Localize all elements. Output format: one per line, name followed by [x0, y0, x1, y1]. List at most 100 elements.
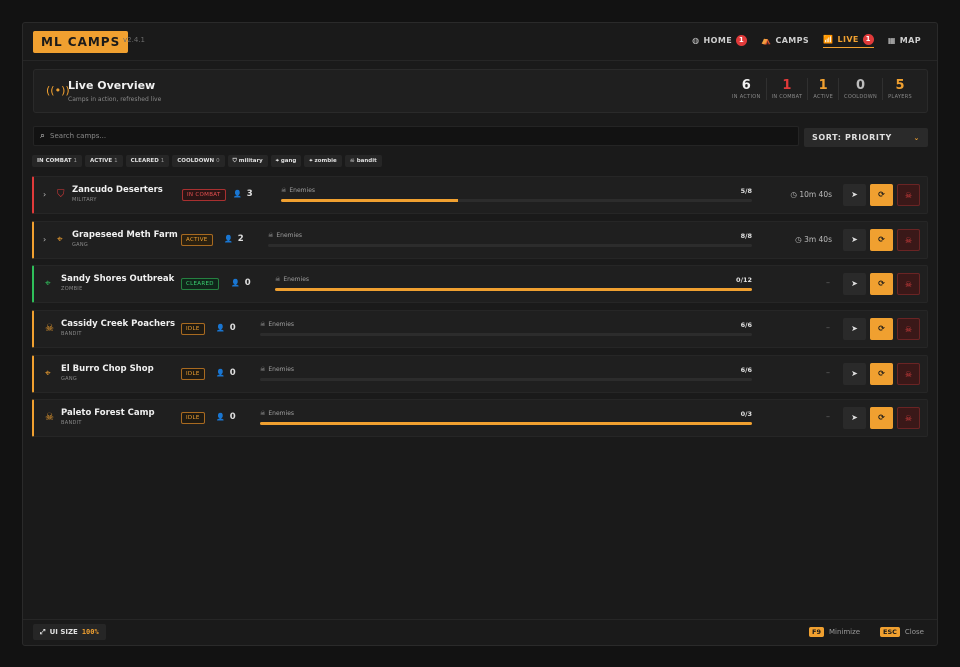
skull-icon: ☠	[268, 231, 274, 239]
enemy-progress-fill	[260, 422, 752, 426]
timer-empty: –	[826, 278, 830, 288]
player-count-value: 0	[229, 323, 236, 334]
filter-chip-cleared[interactable]: CLEARED 1	[125, 155, 170, 167]
filter-chip-gang[interactable]: ⌖ gang	[270, 155, 302, 167]
camp-row[interactable]: ☠ Cassidy Creek Poachers BANDIT IDLE 👤 0 ☠ Enem…	[32, 310, 928, 349]
camp-row[interactable]: › ⛉ Zancudo Deserters MILITARY IN COMBAT 👤 3 ☠ E…	[32, 176, 928, 214]
chevron-down-icon: ⌄	[913, 133, 920, 142]
app-logo[interactable]: ML CAMPS	[33, 31, 129, 53]
enemy-progress-fill	[275, 288, 752, 292]
refresh-button[interactable]: ⟳	[870, 273, 893, 296]
enemy-count: 0/12	[736, 276, 752, 285]
enemy-count: 8/8	[740, 231, 752, 240]
close-label: Close	[904, 628, 924, 636]
app-version: v2.4.1	[123, 36, 145, 44]
camp-row[interactable]: ⌖ El Burro Chop Shop GANG IDLE 👤 0 ☠ Enemies 6/6…	[32, 354, 928, 393]
user-icon: 👤	[224, 234, 233, 243]
camp-type: GANG	[72, 241, 89, 248]
camp-name: Grapeseed Meth Farm	[72, 229, 178, 240]
stat-in-combat: 1 IN COMBAT	[765, 78, 808, 100]
clear-camp-button[interactable]: ☠	[897, 318, 920, 341]
close-hint[interactable]: ESC Close	[880, 627, 924, 637]
skull-icon: ☠	[45, 323, 54, 335]
search-bar[interactable]: ⌕	[33, 126, 799, 146]
filter-chip-military[interactable]: ⛉ military	[227, 155, 268, 167]
navigate-button[interactable]: ➤	[843, 184, 866, 206]
refresh-button[interactable]: ⟳	[870, 362, 893, 385]
camp-row[interactable]: ⌖ Sandy Shores Outbreak ZOMBIE CLEARED 👤 0 ☠ En…	[32, 265, 928, 304]
sort-dropdown[interactable]: SORT: PRIORITY ⌄	[804, 128, 928, 147]
search-icon: ⌕	[40, 131, 46, 141]
stat-value: 0	[856, 78, 866, 93]
filter-chip-cooldown[interactable]: COOLDOWN 0	[172, 155, 225, 167]
enemies-text: Enemies	[289, 187, 316, 194]
filter-chip-bandit[interactable]: ☠ bandit	[344, 155, 382, 167]
stat-value: 1	[782, 78, 792, 93]
filter-chip-active[interactable]: ACTIVE 1	[85, 155, 123, 167]
filter-label: military	[238, 158, 263, 164]
enemies-text: Enemies	[268, 365, 295, 373]
navigate-button[interactable]: ➤	[843, 407, 866, 430]
top-bar: ML CAMPS v2.4.1 ◍ HOME 1 ⛺ CAMPS 📶 LIVE 1 ▦ MAP	[23, 23, 937, 61]
camp-row[interactable]: ☠ Paleto Forest Camp BANDIT IDLE 👤 0 ☠ Enemies 0…	[32, 399, 928, 438]
clear-camp-button[interactable]: ☠	[897, 228, 920, 251]
navigate-button[interactable]: ➤	[843, 318, 866, 341]
nav-label: LIVE	[837, 35, 859, 44]
chevron-right-icon[interactable]: ›	[43, 190, 46, 199]
status-badge: CLEARED	[181, 278, 219, 291]
clear-camp-button[interactable]: ☠	[897, 184, 920, 206]
clear-camp-button[interactable]: ☠	[897, 407, 920, 430]
ui-size-button[interactable]: ⤢ UI SIZE 100%	[33, 624, 106, 640]
camp-name: Paleto Forest Camp	[61, 408, 155, 419]
sort-label: SORT: PRIORITY	[812, 133, 892, 142]
navigate-button[interactable]: ➤	[843, 228, 866, 251]
close-key: ESC	[880, 627, 900, 637]
stats-summary: 6 IN ACTION 1 IN COMBAT 1 ACTIVE 0 COOLDOWN 5 PLA…	[727, 78, 917, 100]
stat-active: 1 ACTIVE	[807, 78, 838, 100]
stat-label: IN COMBAT	[771, 94, 803, 100]
stat-value: 6	[741, 78, 751, 93]
player-count: 👤 0	[231, 278, 251, 288]
filter-chips: IN COMBAT 1 ACTIVE 1 CLEARED 1 COOLDOWN 0 ⛉ milit…	[32, 155, 382, 167]
nav-home[interactable]: ◍ HOME 1	[692, 34, 748, 48]
navigate-button[interactable]: ➤	[843, 273, 866, 296]
filter-label: zombie	[314, 158, 337, 164]
refresh-button[interactable]: ⟳	[870, 318, 893, 341]
nav-camps[interactable]: ⛺ CAMPS	[761, 36, 809, 47]
enemies-text: Enemies	[283, 276, 310, 284]
stat-label: IN ACTION	[732, 94, 761, 100]
navigate-button[interactable]: ➤	[843, 362, 866, 385]
clear-camp-button[interactable]: ☠	[897, 273, 920, 296]
player-count-value: 0	[229, 412, 236, 423]
filter-chip-in-combat[interactable]: IN COMBAT 1	[32, 155, 83, 167]
enemy-count: 0/3	[740, 410, 752, 419]
resize-icon: ⤢	[40, 628, 46, 636]
chevron-right-icon[interactable]: ›	[43, 235, 46, 244]
footer: ⤢ UI SIZE 100% F9 Minimize ESC Close	[23, 619, 937, 645]
clear-camp-button[interactable]: ☠	[897, 362, 920, 385]
notification-badge: 1	[736, 34, 748, 46]
filter-chip-zombie[interactable]: ⌖ zombie	[304, 155, 342, 167]
enemies-text: Enemies	[276, 231, 303, 239]
nav-map[interactable]: ▦ MAP	[888, 36, 921, 47]
refresh-button[interactable]: ⟳	[870, 228, 893, 251]
antenna-icon: 📶	[823, 35, 834, 44]
refresh-button[interactable]: ⟳	[870, 407, 893, 430]
enemy-progress-bar	[275, 288, 752, 292]
player-count: 👤 0	[216, 412, 236, 422]
stat-label: PLAYERS	[888, 94, 912, 100]
refresh-button[interactable]: ⟳	[870, 184, 893, 206]
nav-label: HOME	[703, 35, 733, 45]
nav-live[interactable]: 📶 LIVE 1	[823, 34, 874, 48]
camp-row[interactable]: › ⌖ Grapeseed Meth Farm GANG ACTIVE 👤 2 ☠ Enemie…	[32, 220, 928, 259]
camp-type: BANDIT	[61, 420, 82, 427]
enemy-progress-bar	[260, 422, 752, 426]
camp-name: Zancudo Deserters	[72, 185, 163, 195]
user-icon: 👤	[216, 413, 225, 422]
filter-count: 1	[73, 158, 78, 164]
search-input[interactable]	[50, 132, 751, 140]
player-count: 👤 0	[216, 368, 236, 378]
timer-empty: –	[826, 367, 830, 377]
minimize-hint[interactable]: F9 Minimize	[809, 627, 860, 637]
skull-icon: ☠	[260, 365, 266, 373]
